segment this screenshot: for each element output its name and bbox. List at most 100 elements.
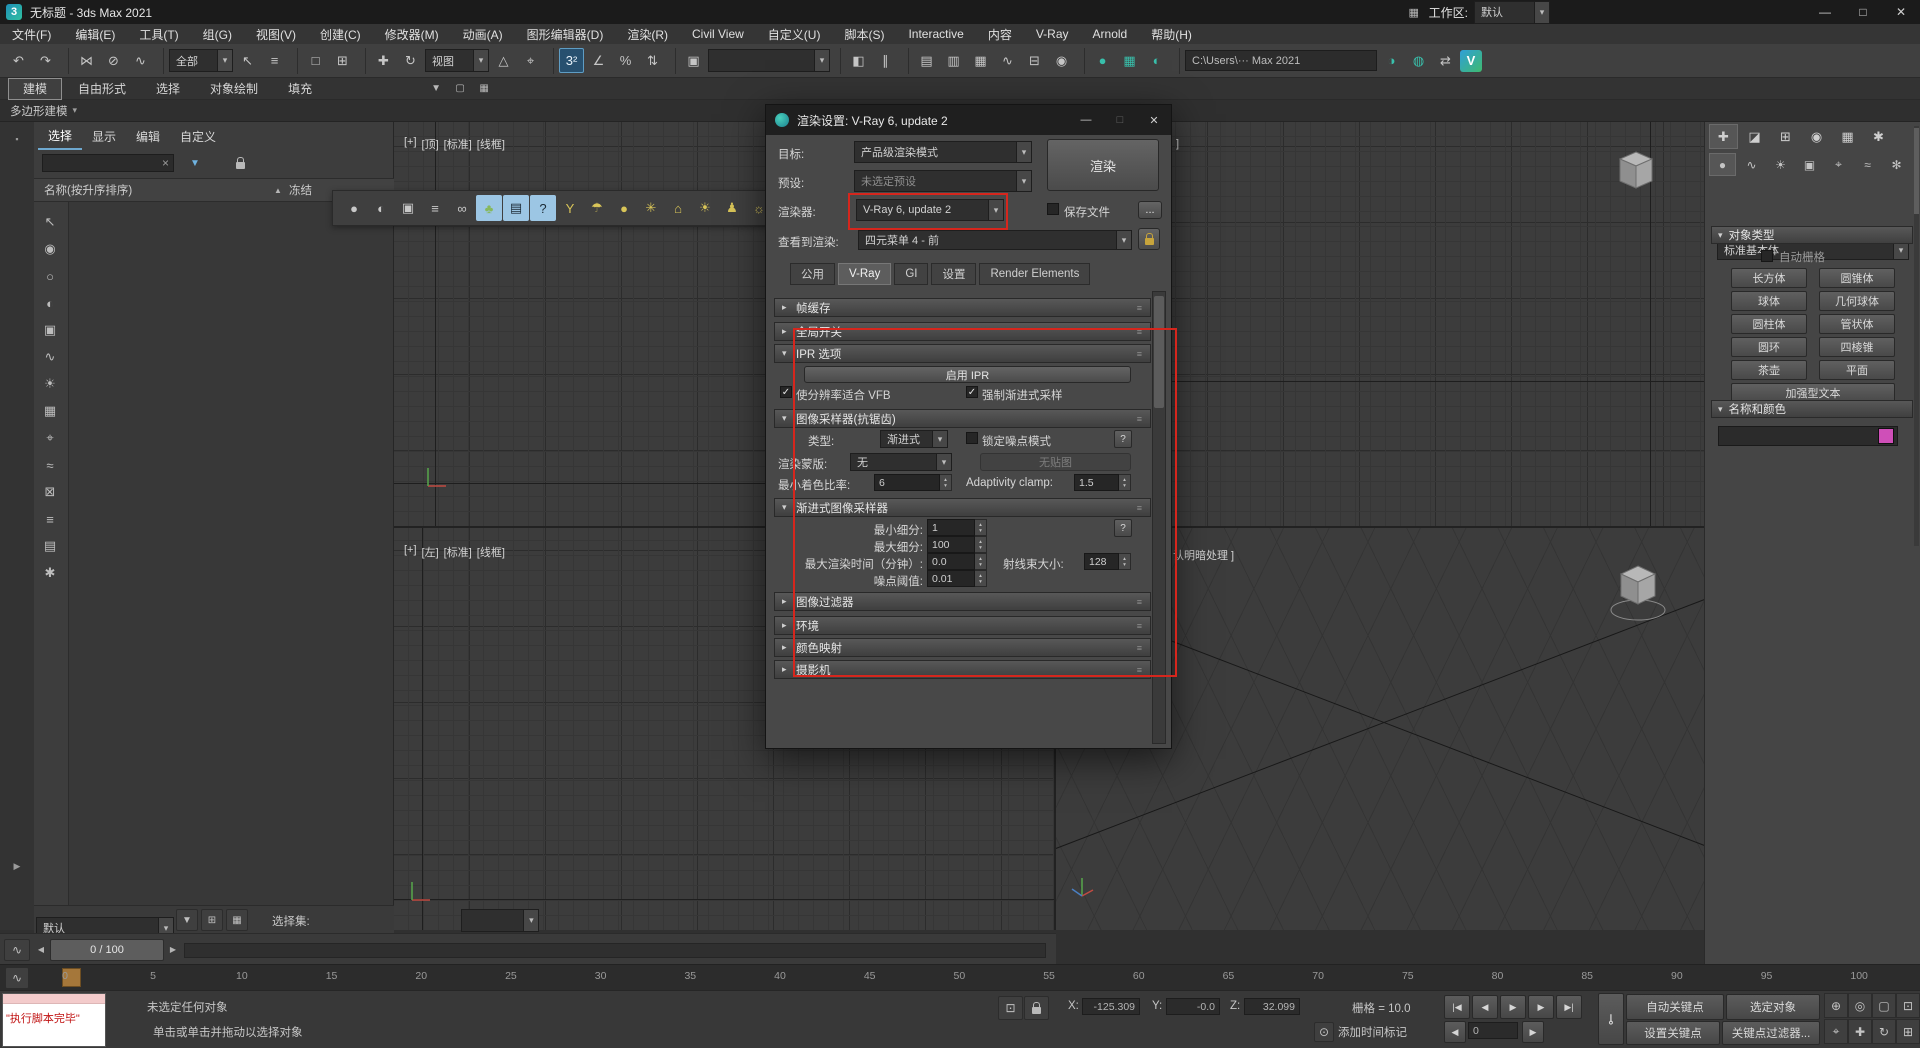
- add-time-tag-button[interactable]: 添加时间标记: [1338, 1024, 1407, 1040]
- clear-search-icon[interactable]: ×: [162, 156, 169, 170]
- display-list-icon[interactable]: ≡: [422, 195, 448, 221]
- dialog-tab-vray[interactable]: V-Ray: [838, 263, 891, 285]
- helpers-filter-icon[interactable]: ⌖: [37, 425, 63, 451]
- maximize-button[interactable]: □: [1844, 0, 1882, 24]
- utilities-tab-icon[interactable]: ✱: [1864, 124, 1893, 149]
- viewport-label-segment[interactable]: [标准]: [444, 136, 472, 152]
- object-name-field[interactable]: [1718, 426, 1898, 446]
- object-type-button[interactable]: 管状体: [1819, 314, 1895, 334]
- workspace-dropdown[interactable]: 默认: [1474, 1, 1550, 24]
- time-slider-track[interactable]: [184, 943, 1046, 958]
- go-to-end-button[interactable]: ▶|: [1556, 995, 1582, 1019]
- named-selection-sets-dropdown[interactable]: [708, 49, 830, 72]
- view-to-render-dropdown[interactable]: 四元菜单 4 - 前: [858, 230, 1132, 250]
- material-editor-icon[interactable]: ◉: [1049, 48, 1074, 73]
- edit-named-selection-sets-icon[interactable]: ▣: [681, 48, 706, 73]
- ribbon-tab-modeling[interactable]: 建模: [8, 78, 62, 100]
- zoom-region-icon[interactable]: ⊡: [1896, 993, 1920, 1018]
- renderer-dropdown[interactable]: V-Ray 6, update 2: [856, 199, 1004, 221]
- rendered-frame-window-icon[interactable]: ▦: [1117, 48, 1142, 73]
- x-coordinate-field[interactable]: -125.309: [1082, 998, 1140, 1015]
- min-shading-spinner[interactable]: 6▴▾: [874, 474, 952, 491]
- save-file-browse-button[interactable]: ...: [1138, 201, 1162, 219]
- menubar-item[interactable]: 自定义(U): [756, 24, 833, 44]
- select-object-icon[interactable]: ↖: [235, 48, 260, 73]
- spinner-arrows[interactable]: ▴▾: [940, 474, 952, 491]
- menubar-item[interactable]: 编辑(E): [63, 24, 127, 44]
- selection-filter-dropdown[interactable]: 全部: [169, 49, 233, 72]
- object-type-button[interactable]: 圆环: [1731, 337, 1807, 357]
- ribbon-config-icon[interactable]: ▢: [450, 80, 470, 98]
- key-filters-button[interactable]: 关键点过滤器...: [1722, 1021, 1820, 1045]
- explorer-tab-edit[interactable]: 编辑: [126, 123, 170, 149]
- explorer-tree-area[interactable]: [68, 202, 393, 905]
- time-slider-handle[interactable]: 0 / 100: [50, 939, 164, 961]
- zoom-icon[interactable]: ⊕: [1824, 993, 1848, 1018]
- set-filter-icon[interactable]: ▼: [176, 909, 198, 931]
- spinner-arrows[interactable]: ▴▾: [975, 519, 987, 536]
- menubar-item[interactable]: 图形编辑器(D): [515, 24, 616, 44]
- selection-sets-dropdown[interactable]: [461, 909, 539, 932]
- redo-icon[interactable]: ↷: [33, 48, 58, 73]
- object-type-button[interactable]: 圆柱体: [1731, 314, 1807, 334]
- preset-dropdown[interactable]: 未选定预设: [854, 170, 1032, 192]
- macro-recorder-row[interactable]: [3, 994, 105, 1004]
- reference-coordinate-system-dropdown[interactable]: 视图: [425, 49, 489, 72]
- previous-frame-button[interactable]: ◀: [1472, 995, 1498, 1019]
- dome-light-icon[interactable]: ⌂: [665, 195, 691, 221]
- schematic-view-icon[interactable]: ⊟: [1022, 48, 1047, 73]
- select-and-rotate-icon[interactable]: ↻: [398, 48, 423, 73]
- angle-snap-icon[interactable]: ∠: [586, 48, 611, 73]
- window-crossing-toggle-icon[interactable]: ⊞: [330, 48, 355, 73]
- select-and-link-icon[interactable]: ⋈: [74, 48, 99, 73]
- notes-icon[interactable]: ▤: [503, 195, 529, 221]
- ribbon-tab-selection[interactable]: 选择: [142, 79, 194, 99]
- render-button[interactable]: 渲染: [1047, 139, 1159, 191]
- render-preset-icon[interactable]: ◑: [1379, 48, 1404, 73]
- spinner-snap-icon[interactable]: ⇅: [640, 48, 665, 73]
- panel-scrollbar[interactable]: [1914, 126, 1919, 546]
- render-mask-dropdown[interactable]: 无: [850, 453, 952, 471]
- dock-grip-icon[interactable]: ▪: [8, 130, 26, 148]
- viewport-label-segment[interactable]: [顶]: [422, 136, 439, 152]
- next-frame-slider-icon[interactable]: ▶: [166, 941, 180, 958]
- display-invert-icon[interactable]: ◐: [37, 290, 63, 316]
- maxscript-mini-listener[interactable]: "执行脚本完毕": [2, 993, 106, 1047]
- fit-resolution-checkbox[interactable]: [780, 386, 792, 398]
- object-type-button[interactable]: 圆锥体: [1819, 268, 1895, 288]
- play-button[interactable]: ▶: [1500, 995, 1526, 1019]
- menubar-item[interactable]: 文件(F): [0, 24, 63, 44]
- percent-snap-icon[interactable]: %: [613, 48, 638, 73]
- pan-icon[interactable]: ✚: [1848, 1019, 1872, 1044]
- ribbon-toggle-icon[interactable]: ▦: [968, 48, 993, 73]
- noise-threshold-spinner[interactable]: 0.01▴▾: [927, 570, 987, 587]
- spinner-arrows[interactable]: ▴▾: [1119, 553, 1131, 570]
- display-none-icon[interactable]: ○: [37, 263, 63, 289]
- geometry-category-icon[interactable]: ●: [1709, 153, 1736, 176]
- y-coordinate-field[interactable]: -0.0: [1166, 998, 1220, 1015]
- viewport-label-segment[interactable]: [+]: [404, 136, 417, 152]
- render-production-icon[interactable]: ◐: [1144, 48, 1169, 73]
- viewcube[interactable]: [1612, 148, 1660, 200]
- color-mapping-rollout[interactable]: ▸颜色映射≡: [774, 638, 1151, 657]
- layer-explorer-toggle-icon[interactable]: ▥: [941, 48, 966, 73]
- track-bar-curve-icon[interactable]: ∿: [5, 967, 29, 989]
- object-type-button[interactable]: 平面: [1819, 360, 1895, 380]
- object-color-swatch[interactable]: [1878, 428, 1894, 444]
- cloud-render-icon[interactable]: ⇄: [1433, 48, 1458, 73]
- dialog-tab-render-elements[interactable]: Render Elements: [979, 263, 1090, 285]
- display-geometry-icon[interactable]: ●: [341, 195, 367, 221]
- mini-curve-editor-icon[interactable]: ∿: [4, 939, 30, 961]
- name-and-color-rollout[interactable]: 名称和颜色: [1711, 400, 1913, 418]
- menubar-item[interactable]: 脚本(S): [832, 24, 896, 44]
- spot-light-icon[interactable]: ☀: [692, 195, 718, 221]
- lights-filter-icon[interactable]: ☀: [37, 371, 63, 397]
- viewport-label-segment[interactable]: [+]: [404, 544, 417, 560]
- set-keys-button[interactable]: ⊸: [1598, 993, 1624, 1045]
- minimize-button[interactable]: —: [1806, 0, 1844, 24]
- ray-bundle-spinner[interactable]: 128▴▾: [1084, 553, 1131, 570]
- dialog-minimize-button[interactable]: —: [1069, 105, 1103, 135]
- target-dropdown[interactable]: 产品级渲染模式: [854, 141, 1032, 163]
- track-bar[interactable]: ∿ 05101520253035404550556065707580859095…: [0, 964, 1920, 991]
- dialog-tab-common[interactable]: 公用: [790, 263, 835, 285]
